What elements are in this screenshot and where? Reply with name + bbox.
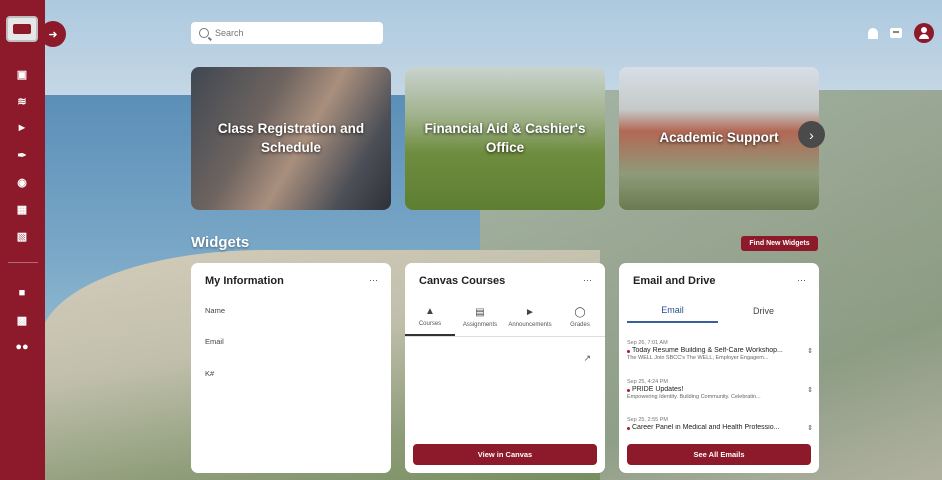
- more-options-icon[interactable]: ⋯: [583, 275, 593, 286]
- search-box[interactable]: [191, 22, 383, 44]
- email-list-item[interactable]: Sep 26, 7:01 AM Today Resume Building & …: [627, 340, 813, 361]
- card-label: Academic Support: [659, 130, 779, 146]
- card-financial-aid[interactable]: Financial Aid & Cashier's Office: [405, 67, 605, 210]
- email-subject: Career Panel in Medical and Health Profe…: [627, 424, 803, 431]
- college-logo[interactable]: [6, 16, 38, 42]
- email-subject: PRIDE Updates!: [627, 386, 803, 393]
- widgets-heading: Widgets: [191, 234, 250, 251]
- external-link-icon[interactable]: ↗: [583, 353, 591, 364]
- paperclip-icon[interactable]: ✒: [14, 147, 30, 163]
- address-book-icon[interactable]: ▧: [14, 228, 30, 244]
- card-label: Class Registration and Schedule: [217, 121, 365, 155]
- calendar-icon[interactable]: ▦: [14, 201, 30, 217]
- tab-drive[interactable]: Drive: [718, 299, 809, 323]
- graduation-cap-icon: ▲: [425, 306, 435, 317]
- my-information-widget: My Information ⋯ Name Email K#: [191, 263, 391, 473]
- documents-icon[interactable]: ▩: [14, 312, 30, 328]
- tab-label: Grades: [570, 322, 590, 328]
- award-icon: ◯: [574, 307, 586, 318]
- compass-icon[interactable]: ◉: [14, 174, 30, 190]
- top-right-toolbar: [868, 23, 934, 43]
- widget-title: Email and Drive: [633, 275, 716, 287]
- email-date: Sep 25, 2:55 PM: [627, 417, 668, 423]
- left-sidebar: ▣ ≋ ► ✒ ◉ ▦ ▧ ■ ▩ ●●: [0, 0, 45, 480]
- expand-arrow-icon: ➜: [48, 28, 58, 41]
- bell-icon[interactable]: [868, 27, 878, 39]
- find-new-widgets-button[interactable]: Find New Widgets: [741, 236, 818, 251]
- collapse-sidebar-button[interactable]: ➜: [40, 21, 66, 47]
- widget-title: Canvas Courses: [419, 275, 506, 287]
- tab-grades[interactable]: ◯ Grades: [555, 299, 605, 336]
- name-label: Name: [205, 306, 226, 315]
- megaphone-icon: ►: [525, 307, 535, 318]
- tab-label: Announcements: [508, 322, 552, 328]
- sidebar-divider: [8, 262, 38, 263]
- email-drive-tabs: Email Drive: [627, 299, 809, 323]
- chat-icon[interactable]: [890, 28, 902, 38]
- briefcase-icon[interactable]: ■: [14, 285, 30, 301]
- tab-label: Courses: [418, 321, 442, 327]
- canvas-tabs: ▲ Courses ▤ Assignments ► Announcements …: [405, 299, 605, 337]
- email-list-item[interactable]: Sep 25, 2:55 PM Career Panel in Medical …: [627, 417, 813, 432]
- tab-courses[interactable]: ▲ Courses: [405, 299, 455, 336]
- people-icon[interactable]: ●●: [14, 339, 30, 355]
- tab-announcements[interactable]: ► Announcements: [505, 299, 555, 336]
- search-icon: [199, 28, 209, 38]
- expand-toggle-icon[interactable]: ⇕: [807, 347, 813, 355]
- email-label: Email: [205, 337, 224, 346]
- email-preview: The WELL Join SBCC's The WELL, Employer …: [627, 355, 769, 361]
- card-label: Financial Aid & Cashier's Office: [424, 121, 586, 155]
- k-number-label: K#: [205, 369, 215, 378]
- email-preview: Empowering Identity. Building Community.…: [627, 394, 761, 400]
- megaphone-icon[interactable]: ►: [14, 120, 30, 136]
- more-options-icon[interactable]: ⋯: [369, 275, 379, 286]
- email-subject: Today Resume Building & Self-Care Worksh…: [627, 347, 803, 354]
- tab-assignments[interactable]: ▤ Assignments: [455, 299, 505, 336]
- tab-email[interactable]: Email: [627, 299, 718, 323]
- widget-title: My Information: [205, 275, 284, 287]
- email-list-item[interactable]: Sep 25, 4:24 PM PRIDE Updates! Empowerin…: [627, 379, 813, 400]
- card-class-registration[interactable]: Class Registration and Schedule: [191, 67, 391, 210]
- view-in-canvas-button[interactable]: View in Canvas: [413, 444, 597, 465]
- email-date: Sep 25, 4:24 PM: [627, 379, 668, 385]
- clipboard-icon: ▤: [475, 307, 485, 318]
- tab-label: Assignments: [462, 322, 498, 328]
- email-drive-widget: Email and Drive ⋯ Email Drive Sep 26, 7:…: [619, 263, 819, 473]
- card-academic-support[interactable]: Academic Support: [619, 67, 819, 210]
- more-options-icon[interactable]: ⋯: [797, 275, 807, 286]
- email-date: Sep 26, 7:01 AM: [627, 340, 668, 346]
- expand-toggle-icon[interactable]: ⇕: [807, 386, 813, 394]
- search-input[interactable]: [215, 28, 375, 38]
- canvas-courses-widget: Canvas Courses ⋯ ▲ Courses ▤ Assignments…: [405, 263, 605, 473]
- see-all-emails-button[interactable]: See All Emails: [627, 444, 811, 465]
- rss-icon[interactable]: ≋: [14, 93, 30, 109]
- dashboard-icon[interactable]: ▣: [14, 66, 30, 82]
- chevron-right-icon: ›: [809, 126, 814, 143]
- carousel-next-button[interactable]: ›: [798, 121, 825, 148]
- expand-toggle-icon[interactable]: ⇕: [807, 424, 813, 432]
- user-avatar[interactable]: [914, 23, 934, 43]
